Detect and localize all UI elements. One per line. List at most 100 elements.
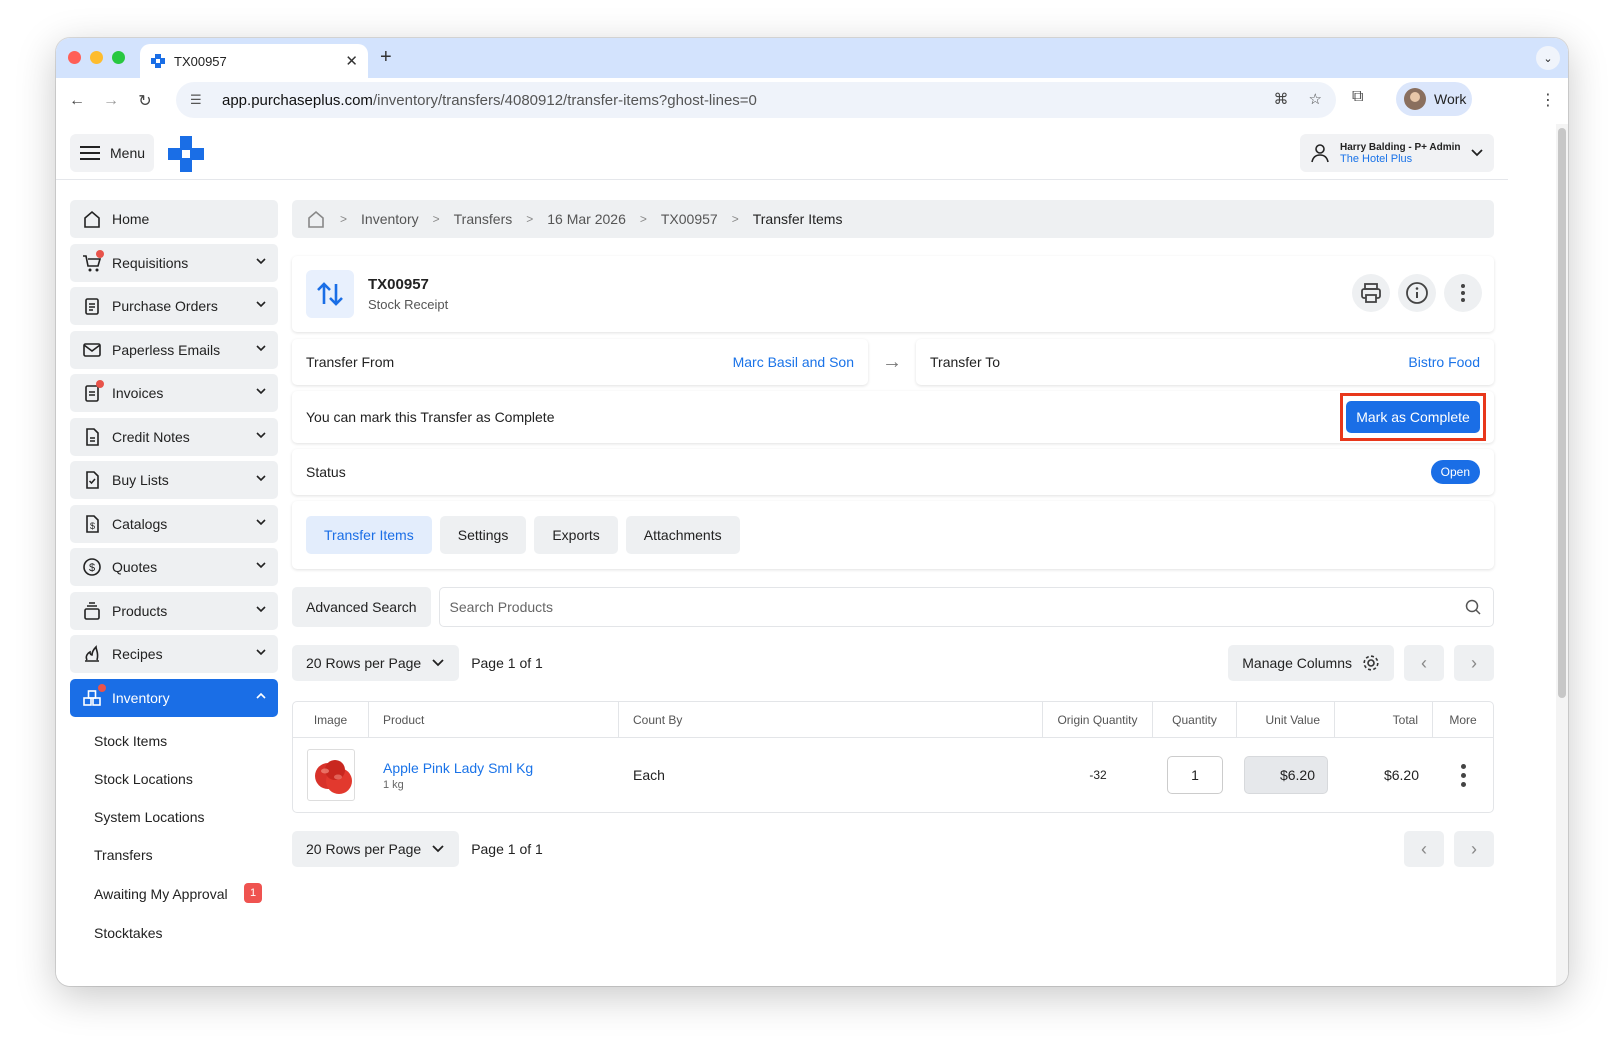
- search-icon[interactable]: [1465, 599, 1481, 615]
- sidebar-item-purchase-orders[interactable]: Purchase Orders: [70, 287, 278, 325]
- new-tab-icon[interactable]: +: [380, 46, 392, 69]
- sidebar-item-label: Catalogs: [112, 515, 168, 532]
- manage-columns-button[interactable]: Manage Columns: [1228, 645, 1394, 681]
- quantity-input[interactable]: 1: [1167, 756, 1223, 794]
- print-button[interactable]: [1352, 274, 1390, 312]
- complete-prompt: You can mark this Transfer as Complete M…: [292, 391, 1494, 443]
- tab-settings[interactable]: Settings: [439, 516, 527, 554]
- address-bar[interactable]: ☰ app.purchaseplus.com/inventory/transfe…: [176, 82, 1336, 118]
- transfer-from-label: Transfer From: [306, 354, 395, 370]
- manage-columns-label: Manage Columns: [1242, 655, 1352, 671]
- svg-text:$: $: [90, 521, 95, 531]
- extensions-icon[interactable]: ⧉: [1352, 88, 1363, 106]
- info-button[interactable]: [1398, 274, 1436, 312]
- more-vertical-icon: [1461, 284, 1465, 302]
- main-content: > Inventory > Transfers > 16 Mar 2026 > …: [292, 200, 1494, 867]
- tab-exports[interactable]: Exports: [534, 516, 618, 554]
- transfer-to-link[interactable]: Bistro Food: [1408, 354, 1480, 370]
- col-more: More: [1449, 712, 1477, 727]
- sidebar-item-label: Paperless Emails: [112, 341, 221, 358]
- sidebar-item-inventory[interactable]: Inventory: [70, 678, 278, 717]
- sidebar-sub-transfers[interactable]: Transfers: [70, 836, 278, 874]
- back-icon[interactable]: ←: [60, 92, 94, 110]
- rows-per-page-select[interactable]: 20 Rows per Page: [292, 645, 460, 681]
- printer-icon: [1361, 283, 1381, 303]
- notification-dot: [96, 249, 104, 258]
- table-header: Image Product Count By Origin Quantity Q…: [293, 702, 1493, 738]
- hamburger-icon: [80, 146, 100, 160]
- sidebar-item-quotes[interactable]: $ Quotes: [70, 548, 278, 586]
- breadcrumb-inventory[interactable]: Inventory: [361, 211, 419, 227]
- sidebar-sub-stocktakes[interactable]: Stocktakes: [70, 914, 278, 952]
- tab-search-icon[interactable]: ⌄: [1536, 46, 1560, 70]
- pagination-top: 20 Rows per Page Page 1 of 1 Manage Colu…: [292, 645, 1494, 681]
- sidebar-item-products[interactable]: Products: [70, 591, 278, 630]
- menu-button[interactable]: Menu: [70, 134, 154, 172]
- pagination-bottom: 20 Rows per Page Page 1 of 1 ‹ ›: [292, 831, 1494, 867]
- sidebar-sub-stock-items[interactable]: Stock Items: [70, 722, 278, 760]
- row-more-icon[interactable]: [1460, 763, 1466, 787]
- close-tab-icon[interactable]: ✕: [345, 52, 358, 70]
- transfer-from: Transfer From Marc Basil and Son: [292, 339, 868, 385]
- sidebar-item-requisitions[interactable]: Requisitions: [70, 243, 278, 282]
- url-path: /inventory/transfers/4080912/transfer-it…: [372, 91, 757, 109]
- count-by-cell: Each: [633, 767, 665, 783]
- chevron-up-icon: [256, 692, 266, 699]
- site-settings-icon[interactable]: ☰: [190, 92, 212, 108]
- rows-per-page-label: 20 Rows per Page: [306, 841, 422, 857]
- rows-per-page-select[interactable]: 20 Rows per Page: [292, 831, 460, 867]
- breadcrumb-date[interactable]: 16 Mar 2026: [547, 211, 626, 227]
- tab-attachments[interactable]: Attachments: [625, 516, 740, 554]
- sidebar-item-catalogs[interactable]: $ Catalogs: [70, 504, 278, 543]
- sidebar-item-label: Inventory: [112, 689, 170, 706]
- menu-label: Menu: [110, 145, 146, 161]
- bookmark-star-icon[interactable]: ☆: [1309, 90, 1322, 108]
- product-name-link[interactable]: Apple Pink Lady Sml Kg: [383, 760, 533, 776]
- scrollbar-thumb[interactable]: [1558, 128, 1566, 698]
- chevron-down-icon: [1471, 149, 1483, 157]
- sidebar-sub-awaiting-approval[interactable]: Awaiting My Approval 1: [70, 874, 278, 914]
- sidebar-item-paperless-emails[interactable]: Paperless Emails: [70, 330, 278, 369]
- minimize-window-button[interactable]: [90, 51, 103, 64]
- dollar-doc-icon: $: [86, 514, 99, 533]
- tab-transfer-items[interactable]: Transfer Items: [306, 516, 432, 554]
- profile-button[interactable]: Work: [1396, 82, 1472, 116]
- sidebar-item-home[interactable]: Home: [70, 200, 278, 238]
- more-options-button[interactable]: [1444, 274, 1482, 312]
- browser-menu-icon[interactable]: ⋮: [1540, 90, 1556, 110]
- prev-page-button[interactable]: ‹: [1404, 831, 1444, 867]
- gear-icon: [1363, 655, 1379, 671]
- sidebar-item-buy-lists[interactable]: Buy Lists: [70, 461, 278, 499]
- breadcrumb-transfer[interactable]: TX00957: [661, 211, 718, 227]
- home-icon[interactable]: [306, 209, 326, 229]
- user-menu[interactable]: Harry Balding - P+ Admin The Hotel Plus: [1300, 134, 1494, 172]
- status-row: Status Open: [292, 449, 1494, 495]
- reload-icon[interactable]: ↻: [128, 91, 162, 111]
- sidebar-item-recipes[interactable]: Recipes: [70, 635, 278, 673]
- sidebar-sub-system-locations[interactable]: System Locations: [70, 798, 278, 836]
- browser-tab[interactable]: TX00957 ✕: [140, 44, 368, 78]
- prev-page-button[interactable]: ‹: [1404, 645, 1444, 681]
- sidebar-item-label: Requisitions: [112, 254, 189, 271]
- translate-icon[interactable]: ⌘: [1274, 90, 1289, 108]
- transfer-from-link[interactable]: Marc Basil and Son: [733, 354, 854, 370]
- advanced-search-button[interactable]: Advanced Search: [292, 587, 431, 627]
- next-page-button[interactable]: ›: [1454, 831, 1494, 867]
- sidebar-item-credit-notes[interactable]: Credit Notes: [70, 417, 278, 456]
- chevron-down-icon: [256, 562, 266, 569]
- maximize-window-button[interactable]: [112, 51, 125, 64]
- search-input[interactable]: Search Products: [438, 587, 1494, 627]
- close-window-button[interactable]: [68, 51, 81, 64]
- breadcrumb-transfers[interactable]: Transfers: [454, 211, 513, 227]
- product-image[interactable]: [307, 749, 355, 801]
- sidebar-sub-stock-locations[interactable]: Stock Locations: [70, 760, 278, 798]
- app-viewport: Menu Harry Balding - P+ Admin The Hotel …: [56, 124, 1508, 986]
- sidebar-item-invoices[interactable]: Invoices: [70, 374, 278, 412]
- mark-as-complete-button[interactable]: Mark as Complete: [1346, 401, 1480, 433]
- tab-strip: Transfer Items Settings Exports Attachme…: [292, 501, 1494, 569]
- forward-icon[interactable]: →: [94, 92, 128, 110]
- info-icon: [1406, 282, 1428, 304]
- next-page-button[interactable]: ›: [1454, 645, 1494, 681]
- user-icon: [1311, 144, 1329, 163]
- purchaseplus-logo[interactable]: [168, 136, 204, 172]
